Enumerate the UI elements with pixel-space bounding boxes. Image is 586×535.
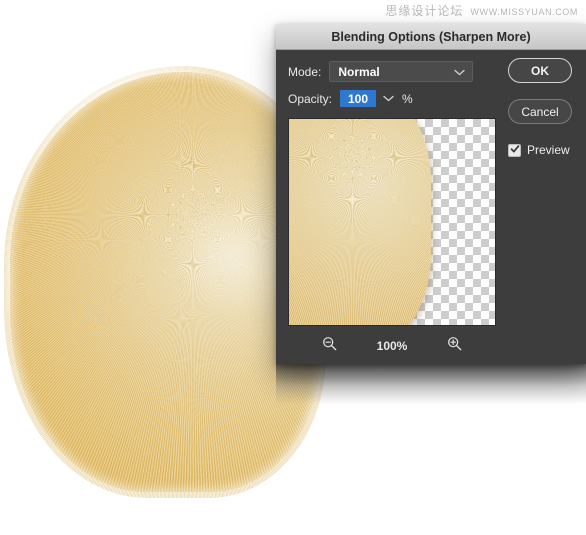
watermark: 思缘设计论坛 WWW.MISSYUAN.COM [385,2,578,19]
blending-options-dialog: Blending Options (Sharpen More) Mode: No… [276,24,586,364]
ok-button[interactable]: OK [508,58,572,83]
opacity-row: Opacity: 100 % [288,90,413,107]
dialog-title: Blending Options (Sharpen More) [331,29,531,44]
mode-value: Normal [338,64,380,79]
dialog-body: Mode: Normal Opacity: 100 % 100% OK Canc… [276,50,586,364]
opacity-input[interactable]: 100 [340,90,377,107]
artwork-fur-shape [10,72,320,492]
magnifier-minus-icon[interactable] [322,336,337,356]
magnifier-plus-icon[interactable] [447,336,462,356]
preview-thumbnail-artwork [289,119,431,325]
opacity-unit-label: % [402,91,413,106]
cancel-button[interactable]: Cancel [508,99,572,124]
mode-row: Mode: Normal [288,61,474,82]
chevron-down-icon [454,63,466,81]
checkmark-icon [510,141,520,159]
mode-select[interactable]: Normal [329,61,474,82]
ok-button-label: OK [531,63,549,78]
watermark-url-text: WWW.MISSYUAN.COM [470,7,578,17]
mode-label: Mode: [288,64,322,79]
opacity-value: 100 [348,91,369,106]
preview-zoom-controls: 100% [288,333,496,359]
preview-checkbox-row[interactable]: Preview [508,143,570,157]
zoom-level-label: 100% [376,339,408,353]
preview-checkbox[interactable] [508,141,521,159]
preview-checkbox-label: Preview [527,143,570,157]
cancel-button-label: Cancel [521,104,559,119]
opacity-chevron-down-icon[interactable] [383,95,394,102]
preview-thumbnail[interactable] [288,118,496,326]
dialog-titlebar[interactable]: Blending Options (Sharpen More) [276,24,586,50]
watermark-cn-text: 思缘设计论坛 [385,4,464,18]
opacity-label: Opacity: [288,91,333,106]
